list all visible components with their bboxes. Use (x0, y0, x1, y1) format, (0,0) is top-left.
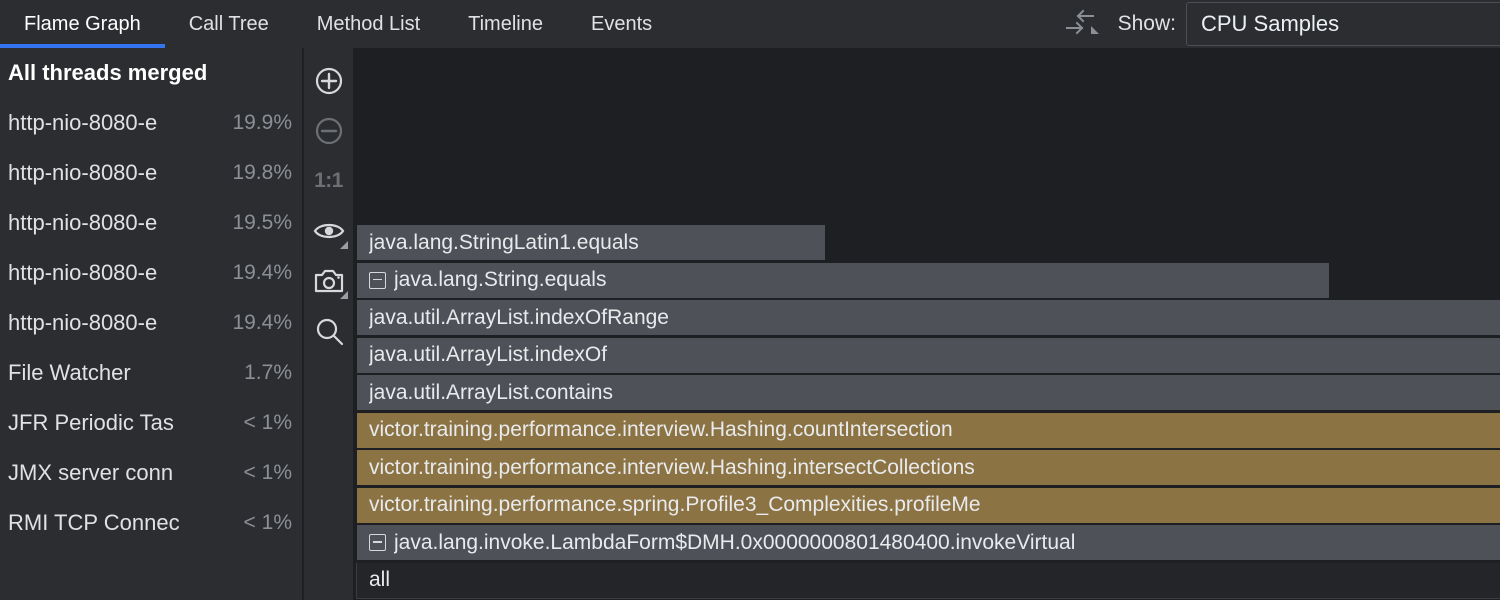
thread-list-item[interactable]: File Watcher 1.7% (0, 348, 302, 398)
flame-frame[interactable]: java.lang.StringLatin1.equals (356, 225, 826, 261)
collapse-toggle-icon[interactable] (369, 272, 386, 289)
flame-row: java.util.ArrayList.contains (355, 375, 1500, 413)
collapse-toggle-icon[interactable] (369, 534, 386, 551)
flame-frame-label: victor.training.performance.interview.Ha… (369, 456, 975, 480)
thread-name: http-nio-8080-e (8, 310, 222, 336)
thread-name: RMI TCP Connec (8, 510, 234, 536)
thread-percent: < 1% (244, 511, 292, 535)
flame-frame[interactable]: java.util.ArrayList.contains (356, 375, 1500, 411)
zoom-out-icon (313, 115, 345, 147)
thread-name: http-nio-8080-e (8, 210, 222, 236)
flame-row: java.lang.StringLatin1.equals (355, 225, 1500, 263)
flame-frame-root[interactable]: all (356, 563, 1500, 599)
flame-frame[interactable]: java.lang.String.equals (356, 263, 1330, 299)
thread-list-item[interactable]: RMI TCP Connec < 1% (0, 498, 302, 548)
flame-frame-label: victor.training.performance.interview.Ha… (369, 418, 953, 442)
flame-graph-stack: java.lang.StringLatin1.equals java.lang.… (355, 225, 1500, 600)
flame-row: java.lang.String.equals (355, 263, 1500, 301)
tab-label: Timeline (468, 13, 543, 36)
tab-events[interactable]: Events (567, 0, 676, 48)
flame-frame[interactable]: victor.training.performance.interview.Ha… (356, 450, 1500, 486)
thread-percent: 19.5% (232, 211, 292, 235)
thread-list-panel[interactable]: All threads merged http-nio-8080-e 19.9%… (0, 48, 303, 600)
thread-list-item[interactable]: http-nio-8080-e 19.4% (0, 298, 302, 348)
thread-list-item[interactable]: JMX server conn < 1% (0, 448, 302, 498)
flame-row: victor.training.performance.spring.Profi… (355, 488, 1500, 526)
thread-percent: 19.8% (232, 161, 292, 185)
thread-name: http-nio-8080-e (8, 110, 222, 136)
zoom-out-button[interactable] (304, 106, 354, 156)
zoom-in-icon (313, 65, 345, 97)
merge-arrows-icon-button[interactable] (1054, 4, 1108, 44)
actual-size-label: 1:1 (314, 169, 343, 193)
flame-frame-label: victor.training.performance.spring.Profi… (369, 493, 981, 517)
thread-name: http-nio-8080-e (8, 160, 222, 186)
flame-frame[interactable]: java.util.ArrayList.indexOfRange (356, 300, 1500, 336)
tab-timeline[interactable]: Timeline (444, 0, 567, 48)
screenshot-button[interactable] (304, 256, 354, 306)
merge-arrows-icon (1063, 8, 1099, 40)
tab-bar: Flame Graph Call Tree Method List Timeli… (0, 0, 1500, 48)
thread-name: All threads merged (8, 60, 282, 86)
thread-percent: < 1% (244, 411, 292, 435)
flame-frame-label: java.util.ArrayList.contains (369, 381, 613, 405)
thread-name: JMX server conn (8, 460, 234, 486)
tab-method-list[interactable]: Method List (293, 0, 444, 48)
flame-frame[interactable]: java.util.ArrayList.indexOf (356, 338, 1500, 374)
flame-frame-label: java.lang.String.equals (394, 268, 606, 292)
flame-row: victor.training.performance.interview.Ha… (355, 450, 1500, 488)
thread-name: File Watcher (8, 360, 234, 386)
flame-frame[interactable]: victor.training.performance.interview.Ha… (356, 413, 1500, 449)
dropdown-triangle-icon (340, 241, 348, 249)
flame-frame-label: java.util.ArrayList.indexOf (369, 343, 607, 367)
thread-percent: 1.7% (244, 361, 292, 385)
show-select[interactable]: CPU Samples (1186, 2, 1500, 46)
flame-frame-label: all (369, 568, 390, 592)
thread-list-item[interactable]: http-nio-8080-e 19.9% (0, 98, 302, 148)
tab-flame-graph[interactable]: Flame Graph (0, 0, 165, 48)
show-select-value: CPU Samples (1201, 11, 1339, 37)
thread-name: JFR Periodic Tas (8, 410, 234, 436)
thread-list-item[interactable]: http-nio-8080-e 19.5% (0, 198, 302, 248)
dropdown-triangle-icon (340, 291, 348, 299)
flame-frame[interactable]: java.lang.invoke.LambdaForm$DMH.0x000000… (356, 525, 1500, 561)
tab-label: Flame Graph (24, 13, 141, 36)
flame-row: java.util.ArrayList.indexOf (355, 338, 1500, 376)
tab-call-tree[interactable]: Call Tree (165, 0, 293, 48)
dropdown-triangle-icon (1091, 26, 1099, 34)
flame-graph-toolbar: 1:1 (304, 48, 354, 600)
thread-list-item-all-merged[interactable]: All threads merged (0, 48, 302, 98)
thread-percent: 19.4% (232, 311, 292, 335)
flame-frame-label: java.lang.StringLatin1.equals (369, 231, 639, 255)
thread-name: http-nio-8080-e (8, 260, 222, 286)
thread-list-item[interactable]: http-nio-8080-e 19.4% (0, 248, 302, 298)
show-label: Show: (1118, 12, 1176, 36)
thread-list-item[interactable]: http-nio-8080-e 19.8% (0, 148, 302, 198)
flame-row: java.lang.invoke.LambdaForm$DMH.0x000000… (355, 525, 1500, 563)
tab-label: Call Tree (189, 13, 269, 36)
flame-row: java.util.ArrayList.indexOfRange (355, 300, 1500, 338)
profiler-window: Flame Graph Call Tree Method List Timeli… (0, 0, 1500, 600)
flame-frame[interactable]: victor.training.performance.spring.Profi… (356, 488, 1500, 524)
flame-frame-label: java.lang.invoke.LambdaForm$DMH.0x000000… (394, 531, 1075, 555)
flame-graph-canvas[interactable]: java.lang.StringLatin1.equals java.lang.… (355, 48, 1500, 600)
tab-label: Method List (317, 13, 420, 36)
search-button[interactable] (304, 306, 354, 356)
thread-percent: 19.9% (232, 111, 292, 135)
thread-percent: 19.4% (232, 261, 292, 285)
flame-row: victor.training.performance.interview.Ha… (355, 413, 1500, 451)
tab-label: Events (591, 13, 652, 36)
zoom-in-button[interactable] (304, 56, 354, 106)
thread-list-item[interactable]: JFR Periodic Tas < 1% (0, 398, 302, 448)
search-icon (313, 315, 345, 347)
flame-frame-label: java.util.ArrayList.indexOfRange (369, 306, 669, 330)
flame-row: all (355, 563, 1500, 600)
visibility-button[interactable] (304, 206, 354, 256)
actual-size-button[interactable]: 1:1 (304, 156, 354, 206)
thread-percent: < 1% (244, 461, 292, 485)
